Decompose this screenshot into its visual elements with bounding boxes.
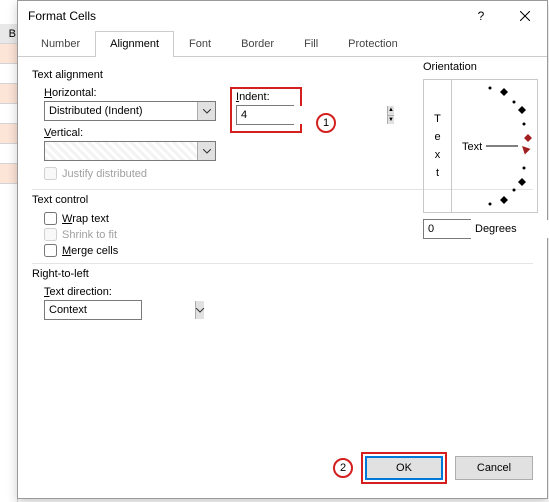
chevron-down-icon[interactable] bbox=[195, 301, 204, 319]
text-direction-label: Text direction: bbox=[44, 286, 533, 298]
cancel-button[interactable]: Cancel bbox=[455, 456, 533, 480]
close-icon bbox=[520, 11, 530, 21]
horizontal-input[interactable] bbox=[45, 102, 197, 120]
degrees-label: Degrees bbox=[475, 223, 517, 235]
indent-down[interactable]: ▼ bbox=[388, 116, 394, 125]
tab-border[interactable]: Border bbox=[226, 31, 289, 56]
orientation-frame: T e x t Text bbox=[423, 79, 538, 213]
orientation-vertical-text[interactable]: T e x t bbox=[424, 80, 452, 212]
indent-input[interactable] bbox=[237, 106, 387, 124]
cell bbox=[0, 124, 18, 144]
orientation-section: Orientation T e x t Text bbox=[423, 57, 538, 239]
merge-cells-checkbox[interactable]: Merge cells bbox=[44, 244, 533, 257]
degrees-spinner[interactable]: ▲ ▼ bbox=[423, 219, 471, 239]
tab-fill[interactable]: Fill bbox=[289, 31, 333, 56]
justify-distributed-checkbox: Justify distributed bbox=[44, 167, 216, 180]
tabs: Number Alignment Font Border Fill Protec… bbox=[18, 31, 547, 57]
tab-font[interactable]: Font bbox=[174, 31, 226, 56]
format-cells-dialog: Format Cells ? Number Alignment Font Bor… bbox=[17, 0, 548, 499]
tab-alignment[interactable]: Alignment bbox=[95, 31, 174, 56]
vertical-input[interactable] bbox=[45, 142, 197, 160]
tab-protection[interactable]: Protection bbox=[333, 31, 413, 56]
indent-label: Indent: bbox=[236, 91, 294, 103]
callout-two: 2 bbox=[333, 458, 353, 478]
ok-button[interactable]: OK bbox=[365, 456, 443, 480]
rtl-title: Right-to-left bbox=[32, 268, 533, 280]
svg-text:Text: Text bbox=[462, 141, 482, 153]
cell bbox=[0, 44, 18, 64]
chevron-down-icon[interactable] bbox=[197, 102, 215, 120]
vertical-label: Vertical: bbox=[44, 127, 216, 139]
cell bbox=[0, 144, 18, 164]
cell bbox=[0, 164, 18, 184]
orientation-dial[interactable]: Text bbox=[452, 80, 537, 212]
callout-one: 1 bbox=[316, 113, 336, 133]
titlebar[interactable]: Format Cells ? bbox=[18, 1, 547, 31]
close-button[interactable] bbox=[503, 1, 547, 31]
orientation-title: Orientation bbox=[423, 61, 538, 73]
vertical-combo[interactable] bbox=[44, 141, 216, 161]
cell bbox=[0, 104, 18, 124]
tab-number[interactable]: Number bbox=[26, 31, 95, 56]
horizontal-combo[interactable] bbox=[44, 101, 216, 121]
indent-spinner[interactable]: ▲ ▼ bbox=[236, 105, 294, 125]
text-direction-combo[interactable] bbox=[44, 300, 142, 320]
help-button[interactable]: ? bbox=[459, 1, 503, 31]
text-direction-input[interactable] bbox=[45, 301, 195, 319]
cell bbox=[0, 64, 18, 84]
chevron-down-icon[interactable] bbox=[197, 142, 215, 160]
col-header: B bbox=[0, 24, 18, 44]
horizontal-label: Horizontal: bbox=[44, 87, 216, 99]
orientation-dial-graphic: Text bbox=[452, 80, 538, 212]
dialog-title: Format Cells bbox=[28, 9, 96, 23]
indent-up[interactable]: ▲ bbox=[388, 106, 394, 116]
cell bbox=[0, 84, 18, 104]
sheet-background: B bbox=[0, 0, 18, 502]
